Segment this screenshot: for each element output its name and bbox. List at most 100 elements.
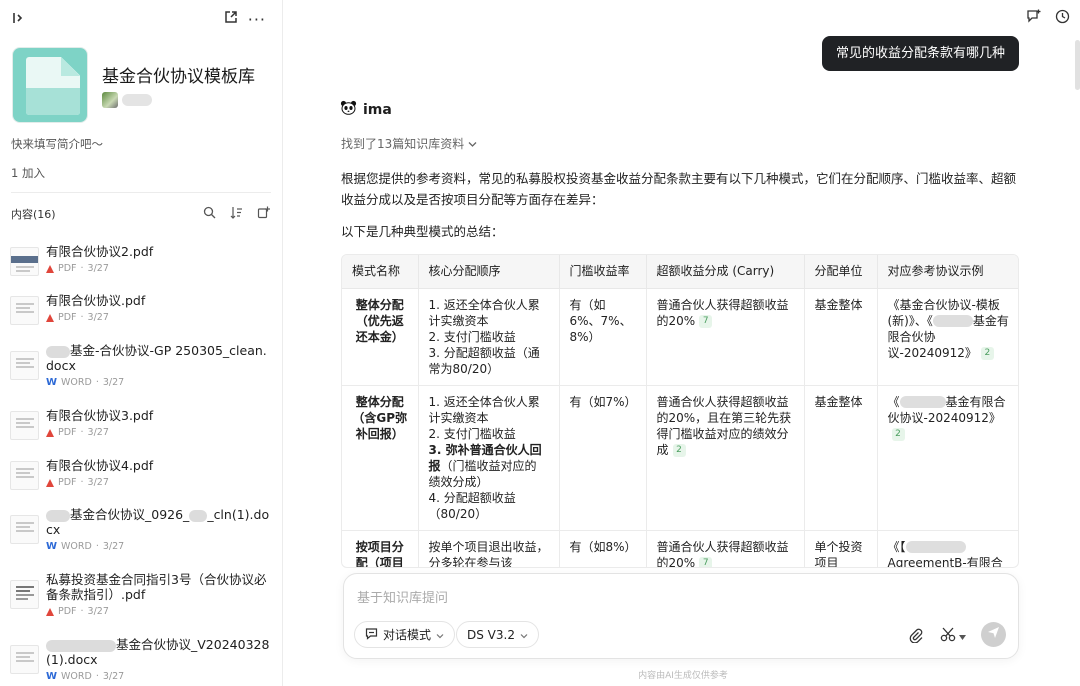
- sidebar: ··· 基金合伙协议模板库 快来填写简介吧～ 1 加入 内容(16) 有限合伙协…: [0, 0, 283, 686]
- mode-name: 按项目分配（项目: [342, 530, 419, 567]
- redacted-text: [46, 639, 116, 652]
- citation-badge[interactable]: 2: [891, 427, 905, 441]
- answer-summary-intro: 以下是几种典型模式的总结：: [341, 224, 504, 239]
- table-row: 按项目分配（项目 按单个项目退出收益，分多轮在参与该 有（如8%） 普通合伙人获…: [342, 530, 1018, 567]
- chat-mode-select[interactable]: 对话模式: [354, 621, 456, 648]
- bot-header: ima: [340, 100, 392, 119]
- table-row: 整体分配（含GP弥补回报） 1. 返还全体合伙人累计实缴资本 2. 支付门槛收益…: [342, 385, 1018, 531]
- table-row: 整体分配（优先返还本金） 1. 返还全体合伙人累计实缴资本 2. 支付门槛收益 …: [342, 288, 1018, 386]
- file-thumbnail: [10, 411, 39, 440]
- file-thumbnail: [10, 461, 39, 490]
- chevron-down-icon: [520, 628, 528, 642]
- column-header: 模式名称: [342, 255, 419, 289]
- hurdle-rate: 有（如6%、7%、8%）: [559, 288, 647, 386]
- distribution-order: 1. 返还全体合伙人累计实缴资本 2. 支付门槛收益 3. 弥补普通合伙人回报（…: [418, 385, 560, 531]
- pdf-icon: [46, 313, 54, 322]
- file-meta: W WORD · 3/27: [46, 671, 125, 682]
- owner-avatar: [102, 92, 118, 108]
- search-icon[interactable]: [203, 206, 216, 223]
- caret-down-icon: [959, 629, 966, 644]
- hurdle-rate: 有（如7%）: [559, 385, 647, 531]
- share-icon[interactable]: [223, 10, 238, 29]
- file-name: 基金合伙协议_0926_ _cln(1).docx: [46, 507, 270, 537]
- panda-icon: [340, 100, 357, 119]
- file-meta: PDF · 3/27: [46, 606, 109, 617]
- file-name: 有限合伙协议3.pdf: [46, 408, 154, 423]
- file-meta: PDF · 3/27: [46, 427, 109, 438]
- file-name: 有限合伙协议.pdf: [46, 293, 146, 308]
- model-select[interactable]: DS V3.2: [456, 621, 539, 648]
- question-composer[interactable]: 基于知识库提问 对话模式 DS V3.2: [343, 573, 1019, 659]
- file-meta: PDF · 3/27: [46, 312, 109, 323]
- citation-badge[interactable]: 7: [699, 556, 713, 567]
- chevron-down-icon: [436, 628, 444, 642]
- file-name: 有限合伙协议2.pdf: [46, 244, 154, 259]
- pdf-icon: [46, 607, 54, 616]
- more-options-icon[interactable]: ···: [248, 10, 266, 29]
- column-header: 对应参考协议示例: [877, 255, 1018, 289]
- column-header: 超额收益分成 (Carry): [646, 255, 805, 289]
- attach-icon[interactable]: [908, 627, 924, 647]
- screenshot-tool[interactable]: [940, 627, 966, 646]
- table-header-row: 模式名称 核心分配顺序 门槛收益率 超额收益分成 (Carry) 分配单位 对应…: [342, 255, 1018, 289]
- collapse-sidebar-icon[interactable]: [12, 11, 26, 29]
- owner-name-redacted: [122, 94, 152, 106]
- file-thumbnail: [10, 351, 39, 380]
- redacted-text: [46, 345, 70, 358]
- file-thumbnail: [10, 296, 39, 325]
- scrollbar[interactable]: [1075, 40, 1080, 90]
- carry: 普通合伙人获得超额收益的20% 7: [646, 530, 805, 567]
- citation-badge[interactable]: 2: [672, 443, 686, 457]
- chat-bubble-icon: [365, 627, 378, 643]
- reference-example: 《基金合伙协议-模板(新)》、《 基金有限合伙协议-20240912》 2: [877, 288, 1018, 386]
- word-icon: W: [46, 671, 58, 682]
- reference-example: 《基金有限合伙协议-20240912》2: [877, 385, 1018, 531]
- member-count[interactable]: 1 加入: [11, 165, 45, 181]
- distribution-unit: 基金整体: [804, 288, 878, 386]
- citation-badge[interactable]: 2: [980, 346, 994, 360]
- word-icon: W: [46, 541, 58, 552]
- carry: 普通合伙人获得超额收益的20% 7: [646, 288, 805, 386]
- distribution-unit: 单个投资项目: [804, 530, 878, 567]
- send-icon: [987, 626, 1000, 643]
- redacted-text: [905, 541, 966, 553]
- sort-icon[interactable]: [230, 206, 243, 223]
- mode-name: 整体分配（优先返还本金）: [342, 288, 419, 386]
- chat-panel: 常见的收益分配条款有哪几种 ima 找到了13篇知识库资料 根据您提供的参考资料…: [283, 0, 1080, 686]
- column-header: 门槛收益率: [559, 255, 647, 289]
- references-toggle[interactable]: 找到了13篇知识库资料: [341, 135, 477, 152]
- column-header: 分配单位: [804, 255, 878, 289]
- file-name: 有限合伙协议4.pdf: [46, 458, 154, 473]
- file-thumbnail: [10, 645, 39, 674]
- file-thumbnail: [10, 247, 39, 276]
- reference-example: 《【AgreementB-有限合: [877, 530, 1018, 567]
- send-button[interactable]: [981, 622, 1006, 647]
- new-chat-icon[interactable]: [1026, 9, 1041, 28]
- question-input[interactable]: 基于知识库提问: [357, 587, 448, 606]
- redacted-text: [899, 396, 946, 408]
- history-icon[interactable]: [1055, 9, 1070, 28]
- file-meta: PDF · 3/27: [46, 263, 109, 274]
- content-header: 内容(16): [11, 206, 270, 222]
- pdf-icon: [46, 478, 54, 487]
- content-count-label: 内容(16): [11, 208, 56, 221]
- chevron-down-icon: [468, 137, 477, 151]
- knowledge-base-title: 基金合伙协议模板库: [102, 67, 255, 87]
- distribution-order: 按单个项目退出收益，分多轮在参与该: [418, 530, 560, 567]
- pdf-icon: [46, 264, 54, 273]
- pdf-icon: [46, 428, 54, 437]
- sidebar-toolbar: ···: [12, 9, 270, 29]
- file-meta: W WORD · 3/27: [46, 541, 125, 552]
- hurdle-rate: 有（如8%）: [559, 530, 647, 567]
- ai-disclaimer: 内容由AI生成仅供参考: [638, 671, 728, 681]
- citation-badge[interactable]: 7: [699, 314, 713, 328]
- bot-name: ima: [363, 101, 392, 118]
- carry: 普通合伙人获得超额收益的20%，且在第三轮先获得门槛收益对应的绩效分成 2: [646, 385, 805, 531]
- user-question-bubble: 常见的收益分配条款有哪几种: [821, 36, 1019, 71]
- redacted-text: [932, 315, 973, 327]
- intro-prompt[interactable]: 快来填写简介吧～: [11, 136, 103, 152]
- column-header: 核心分配顺序: [418, 255, 560, 289]
- add-content-icon[interactable]: [257, 206, 270, 223]
- word-icon: W: [46, 377, 58, 388]
- file-meta: W WORD · 3/27: [46, 377, 125, 388]
